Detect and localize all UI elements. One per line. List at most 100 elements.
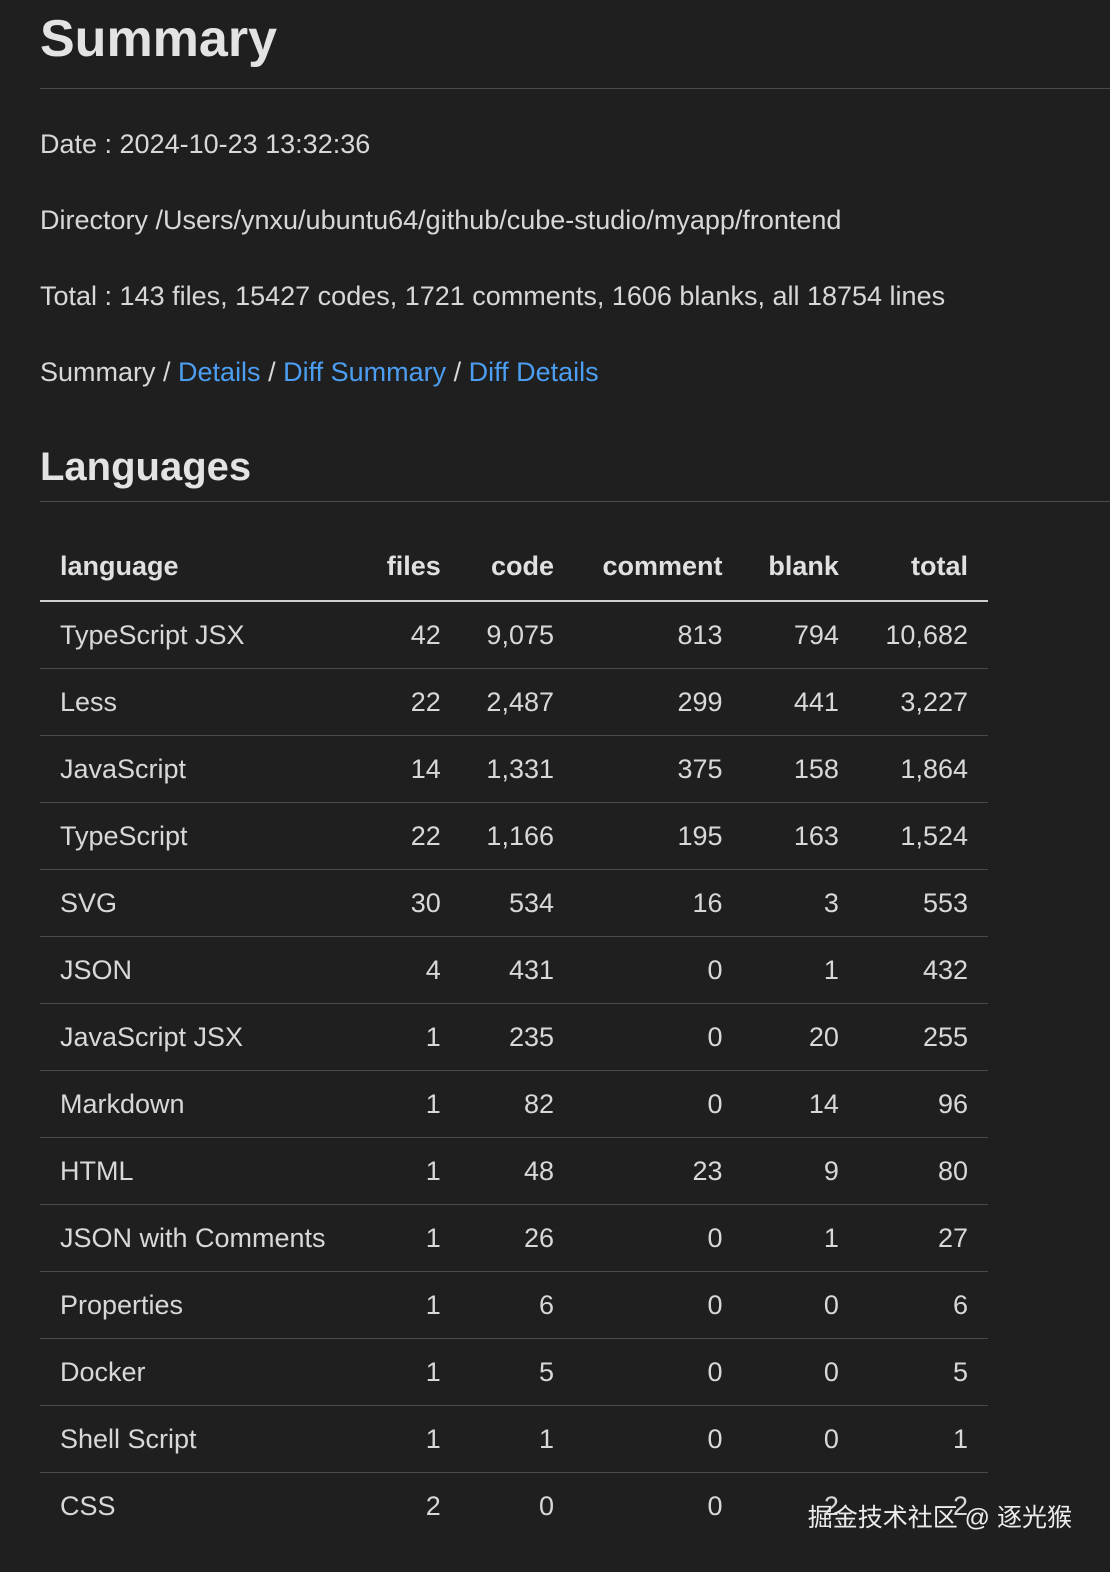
cell-files: 1 xyxy=(361,1271,461,1339)
table-row: Shell Script 1 1 0 0 1 xyxy=(40,1405,988,1473)
cell-comment: 299 xyxy=(574,668,743,736)
header-language[interactable]: language xyxy=(40,532,362,602)
cell-comment: 16 xyxy=(574,869,743,937)
cell-total: 1 xyxy=(858,1405,988,1473)
table-header-row: language files code comment blank total xyxy=(40,532,988,602)
cell-code: 235 xyxy=(460,1003,574,1071)
table-row: SVG 30 534 16 3 553 xyxy=(40,869,988,937)
cell-total: 1,524 xyxy=(858,802,988,870)
cell-comment: 0 xyxy=(574,1204,743,1272)
cell-total: 255 xyxy=(858,1003,988,1071)
cell-files: 1 xyxy=(361,1204,461,1272)
cell-comment: 23 xyxy=(574,1137,743,1205)
cell-language: Shell Script xyxy=(40,1405,362,1473)
table-row: Markdown 1 82 0 14 96 xyxy=(40,1070,988,1138)
cell-comment: 0 xyxy=(574,1405,743,1473)
table-row: Docker 1 5 0 0 5 xyxy=(40,1338,988,1406)
table-row: JSON with Comments 1 26 0 1 27 xyxy=(40,1204,988,1272)
cell-language: HTML xyxy=(40,1137,362,1205)
cell-blank: 3 xyxy=(742,869,859,937)
cell-language: CSS xyxy=(60,1490,116,1521)
cell-total: 80 xyxy=(858,1137,988,1205)
cell-code: 1,166 xyxy=(460,802,574,870)
cell-blank: 441 xyxy=(742,668,859,736)
cell-total: 1,864 xyxy=(858,735,988,803)
cell-files: 42 xyxy=(361,601,461,669)
cell-code: 0 xyxy=(538,1490,554,1521)
cell-code: 1,331 xyxy=(460,735,574,803)
cell-files: 14 xyxy=(361,735,461,803)
table-row: JavaScript 14 1,331 375 158 1,864 xyxy=(40,735,988,803)
cell-code: 9,075 xyxy=(460,601,574,669)
cell-code: 5 xyxy=(460,1338,574,1406)
summary-page: Summary Date : 2024-10-23 13:32:36 Direc… xyxy=(40,0,1110,1539)
cell-files: 1 xyxy=(361,1338,461,1406)
nav-link-diff-details[interactable]: Diff Details xyxy=(469,357,599,387)
cell-files: 2 xyxy=(425,1490,441,1521)
total-line: Total : 143 files, 15427 codes, 1721 com… xyxy=(40,281,946,311)
cell-blank: 0 xyxy=(742,1405,859,1473)
cell-comment: 813 xyxy=(574,601,743,669)
cell-code: 1 xyxy=(460,1405,574,1473)
cell-language: Markdown xyxy=(40,1070,362,1138)
nav-separator: / xyxy=(446,357,469,387)
header-files[interactable]: files xyxy=(361,532,461,602)
cell-total: 27 xyxy=(858,1204,988,1272)
cell-language: Properties xyxy=(40,1271,362,1339)
cell-code: 6 xyxy=(460,1271,574,1339)
languages-table-body: TypeScript JSX 42 9,075 813 794 10,682 Less 22 2… xyxy=(40,601,988,1539)
header-comment[interactable]: comment xyxy=(574,532,743,602)
directory-line: Directory /Users/ynxu/ubuntu64/github/cu… xyxy=(40,205,842,235)
date-line: Date : 2024-10-23 13:32:36 xyxy=(40,129,371,159)
cell-blank: 0 xyxy=(742,1338,859,1406)
cell-language: JavaScript xyxy=(40,735,362,803)
cell-comment: 0 xyxy=(574,1070,743,1138)
cell-blank: 794 xyxy=(742,601,859,669)
languages-heading: Languages xyxy=(40,443,1110,502)
cell-total: 3,227 xyxy=(858,668,988,736)
cell-files: 1 xyxy=(361,1405,461,1473)
cell-comment: 0 xyxy=(574,1338,743,1406)
cell-language: Less xyxy=(40,668,362,736)
watermark: 掘金技术社区 @ 逐光猴 xyxy=(807,1504,1072,1532)
languages-table: language files code comment blank total … xyxy=(40,532,988,1539)
cell-code: 82 xyxy=(460,1070,574,1138)
table-row: Properties 1 6 0 0 6 xyxy=(40,1271,988,1339)
nav-separator: / xyxy=(260,357,284,387)
cell-files: 4 xyxy=(361,936,461,1004)
cell-blank: 9 xyxy=(742,1137,859,1205)
cell-blank: 158 xyxy=(742,735,859,803)
header-blank[interactable]: blank xyxy=(742,532,859,602)
cell-language: JSON xyxy=(40,936,362,1004)
cell-code: 26 xyxy=(460,1204,574,1272)
table-row: HTML 1 48 23 9 80 xyxy=(40,1137,988,1205)
nav-link-details[interactable]: Details xyxy=(178,357,261,387)
cell-total: 5 xyxy=(858,1338,988,1406)
cell-language: JSON with Comments xyxy=(40,1204,362,1272)
cell-total: 553 xyxy=(858,869,988,937)
cell-code: 534 xyxy=(460,869,574,937)
table-row: TypeScript JSX 42 9,075 813 794 10,682 xyxy=(40,601,988,669)
cell-language: Docker xyxy=(40,1338,362,1406)
table-row: TypeScript 22 1,166 195 163 1,524 xyxy=(40,802,988,870)
header-total[interactable]: total xyxy=(858,532,988,602)
cell-code: 48 xyxy=(460,1137,574,1205)
cell-files: 30 xyxy=(361,869,461,937)
nav-link-diff-summary[interactable]: Diff Summary xyxy=(283,357,446,387)
cell-comment: 375 xyxy=(574,735,743,803)
cell-language: TypeScript JSX xyxy=(40,601,362,669)
cell-total: 432 xyxy=(858,936,988,1004)
cell-comment: 0 xyxy=(574,936,743,1004)
table-row: JavaScript JSX 1 235 0 20 255 xyxy=(40,1003,988,1071)
cell-total: 96 xyxy=(858,1070,988,1138)
header-code[interactable]: code xyxy=(460,532,574,602)
table-row: JSON 4 431 0 1 432 xyxy=(40,936,988,1004)
cell-blank: 1 xyxy=(742,936,859,1004)
cell-files: 1 xyxy=(361,1003,461,1071)
cell-comment: 0 xyxy=(707,1490,723,1521)
cell-files: 1 xyxy=(361,1070,461,1138)
cell-blank: 1 xyxy=(742,1204,859,1272)
cell-comment: 0 xyxy=(574,1271,743,1339)
cell-code: 2,487 xyxy=(460,668,574,736)
table-row: Less 22 2,487 299 441 3,227 xyxy=(40,668,988,736)
